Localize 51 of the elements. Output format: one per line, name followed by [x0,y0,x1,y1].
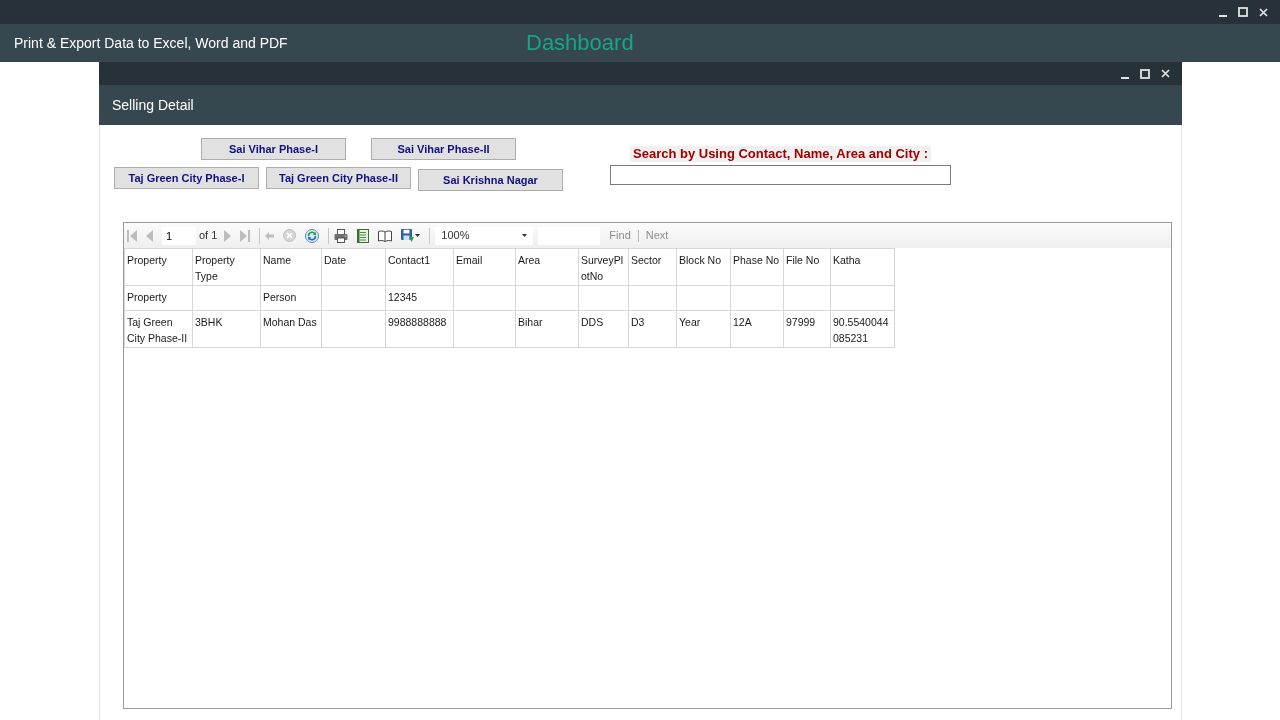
app-title: Print & Export Data to Excel, Word and PDF [14,35,288,51]
dashboard-heading: Dashboard [526,32,634,54]
filter-button[interactable]: Sai Vihar Phase-I [201,138,346,160]
column-header: Contact1 [385,248,454,286]
page-count-text: of 1 [199,228,218,244]
zoom-dropdown[interactable]: 100% [435,226,534,245]
column-header: Phase No [730,248,784,286]
close-icon[interactable] [1259,7,1268,17]
table-cell: 9988888888 [385,310,454,348]
page-number-field[interactable]: 1 [162,226,196,245]
close-icon[interactable] [1161,69,1170,78]
minimize-icon[interactable] [1121,76,1129,79]
column-header: Date [321,248,386,286]
table-cell: Taj Green City Phase-II [124,310,193,348]
column-header: Property Type [192,248,261,286]
maximize-icon[interactable] [1238,7,1248,17]
table-cell: 90.5540044085231 [830,310,895,348]
maximize-icon[interactable] [1140,68,1150,79]
table-cell: Year [676,310,731,348]
printer-icon[interactable] [334,228,349,243]
search-field[interactable] [610,165,951,185]
column-header: Sector [628,248,677,286]
caret-icon[interactable] [415,234,421,237]
table-cell: 12345 [385,285,454,311]
table-cell: Bihar [515,310,579,348]
column-header: Area [515,248,579,286]
filter-button[interactable]: Sai Krishna Nagar [418,169,563,191]
column-header: Name [260,248,322,286]
table-cell: Property [124,285,193,311]
table-cell: Person [260,285,322,311]
book-icon[interactable] [378,229,393,242]
document-icon[interactable] [357,228,370,243]
column-header: Block No [676,248,731,286]
search-label: Search by Using Contact, Name, Area and City : [630,146,931,162]
refresh-icon[interactable] [305,228,320,243]
table-cell: DDS [578,310,629,348]
filter-button[interactable]: Sai Vihar Phase-II [371,138,516,160]
column-header: Email [453,248,516,286]
caret-icon[interactable] [522,234,528,237]
column-header: SurveyPlotNo [578,248,629,286]
table-cell: 12A [730,310,784,348]
column-header: File No [783,248,831,286]
column-header: Property [124,248,193,286]
filter-button[interactable]: Taj Green City Phase-II [266,167,411,189]
table-cell: Mohan Das [260,310,322,348]
table-cell: 3BHK [192,310,261,348]
table-cell: D3 [628,310,677,348]
filter-button[interactable]: Taj Green City Phase-I [114,167,259,189]
window-title: Selling Detail [112,95,194,115]
table-cell: 97999 [783,310,831,348]
column-header: Katha [830,248,895,286]
